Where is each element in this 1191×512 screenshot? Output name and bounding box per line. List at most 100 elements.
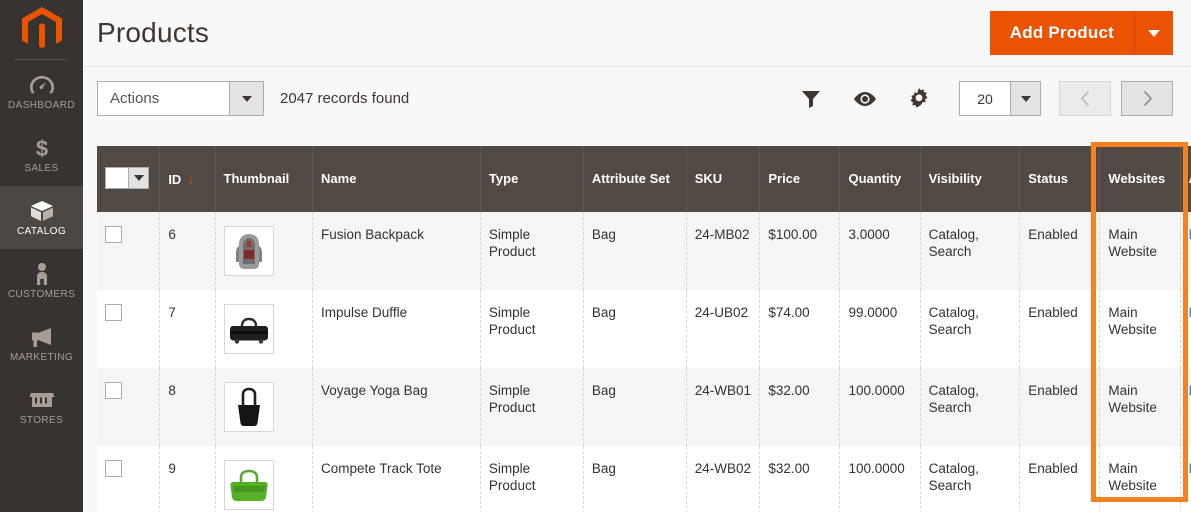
box-icon xyxy=(29,199,55,223)
sidebar-item-dashboard[interactable]: DASHBOARD xyxy=(0,60,83,123)
per-page-select[interactable]: 20 xyxy=(959,81,1041,116)
table-row[interactable]: 8 Voyage Yoga Bag Simple Product Bag 24-… xyxy=(97,368,1191,446)
magento-logo-icon xyxy=(21,6,62,48)
row-attribute-set: Bag xyxy=(583,290,687,368)
dollar-sign-icon: $ xyxy=(34,136,50,160)
row-action-cell[interactable]: Edit xyxy=(1180,290,1191,368)
sort-descending-arrow-icon: ↓ xyxy=(187,170,195,187)
admin-page: DASHBOARD $ SALES CATALOG CUSTOMERS MARK… xyxy=(0,0,1191,512)
row-thumbnail-cell xyxy=(215,212,314,290)
row-name: Compete Track Tote xyxy=(312,446,481,512)
gear-icon[interactable] xyxy=(907,87,931,111)
row-thumbnail-cell xyxy=(215,290,314,368)
row-checkbox[interactable] xyxy=(105,304,122,321)
select-all-dropdown[interactable] xyxy=(105,166,149,189)
row-visibility: Catalog, Search xyxy=(920,446,1021,512)
grid-header-quantity[interactable]: Quantity xyxy=(839,146,921,212)
next-page-button[interactable] xyxy=(1121,81,1173,116)
grid-header-row: ID ↓ Thumbnail Name Type Attribute Set SK… xyxy=(97,146,1191,212)
chevron-left-icon xyxy=(1080,90,1089,107)
row-thumbnail-cell xyxy=(215,368,314,446)
row-id: 8 xyxy=(159,368,216,446)
table-row[interactable]: 9 Compete Track Tote Simple Product Bag … xyxy=(97,446,1191,512)
grid-header-name[interactable]: Name xyxy=(312,146,481,212)
grid-header-sku[interactable]: SKU xyxy=(686,146,761,212)
records-found-label: 2047 records found xyxy=(280,90,410,107)
row-attribute-set: Bag xyxy=(583,212,687,290)
add-product-split-button[interactable]: Add Product xyxy=(989,11,1173,55)
row-quantity: 3.0000 xyxy=(839,212,921,290)
row-action-cell[interactable]: Edit xyxy=(1180,212,1191,290)
sidebar-item-stores[interactable]: STORES xyxy=(0,375,83,438)
row-name: Fusion Backpack xyxy=(312,212,481,290)
row-price: $32.00 xyxy=(759,446,841,512)
sidebar-item-label: CATALOG xyxy=(16,225,67,237)
row-attribute-set: Bag xyxy=(583,368,687,446)
row-action-cell[interactable]: Edit xyxy=(1180,368,1191,446)
select-all-arrow[interactable] xyxy=(128,167,148,188)
sidebar-item-catalog[interactable]: CATALOG xyxy=(0,186,83,249)
select-all-checkbox[interactable] xyxy=(106,167,128,188)
row-type: Simple Product xyxy=(480,446,584,512)
row-attribute-set: Bag xyxy=(583,446,687,512)
grid-header-id[interactable]: ID ↓ xyxy=(159,146,216,212)
row-websites: Main Website xyxy=(1099,212,1181,290)
tote-bag-thumbnail xyxy=(223,382,274,432)
row-quantity: 100.0000 xyxy=(839,446,921,512)
table-row[interactable]: 6 Fusion Backpack Simple Product Bag 24-… xyxy=(97,212,1191,290)
grid-header-attribute-set[interactable]: Attribute Set xyxy=(583,146,687,212)
row-checkbox[interactable] xyxy=(105,460,122,477)
eye-icon[interactable] xyxy=(853,87,877,111)
row-quantity: 99.0000 xyxy=(839,290,921,368)
sidebar-item-label: STORES xyxy=(19,414,64,426)
previous-page-button[interactable] xyxy=(1059,81,1111,116)
filter-funnel-icon[interactable] xyxy=(799,87,823,111)
row-quantity: 100.0000 xyxy=(839,368,921,446)
row-visibility: Catalog, Search xyxy=(920,212,1021,290)
row-checkbox[interactable] xyxy=(105,382,122,399)
row-websites: Main Website xyxy=(1099,446,1181,512)
row-checkbox-cell[interactable] xyxy=(97,368,161,446)
row-visibility: Catalog, Search xyxy=(920,290,1021,368)
grid-header-action[interactable]: Action xyxy=(1180,146,1191,212)
row-thumbnail-cell xyxy=(215,446,314,512)
sidebar-item-customers[interactable]: CUSTOMERS xyxy=(0,249,83,312)
row-price: $74.00 xyxy=(759,290,841,368)
row-name: Voyage Yoga Bag xyxy=(312,368,481,446)
page-title: Products xyxy=(97,17,210,48)
row-checkbox[interactable] xyxy=(105,226,122,243)
row-status: Enabled xyxy=(1019,368,1101,446)
grid-header-type[interactable]: Type xyxy=(480,146,584,212)
grid-header-status[interactable]: Status xyxy=(1019,146,1101,212)
products-grid-wrapper: ID ↓ Thumbnail Name Type Attribute Set SK… xyxy=(97,142,1191,512)
table-row[interactable]: 7 Impulse Duffle Simple Product Bag 24-U… xyxy=(97,290,1191,368)
row-websites: Main Website xyxy=(1099,368,1181,446)
sidebar-item-label: SALES xyxy=(24,162,59,174)
row-sku: 24-WB02 xyxy=(686,446,761,512)
row-checkbox-cell[interactable] xyxy=(97,290,161,368)
chevron-down-icon xyxy=(1020,95,1031,102)
storefront-icon xyxy=(29,388,55,412)
row-type: Simple Product xyxy=(480,212,584,290)
actions-select[interactable]: Actions xyxy=(97,81,264,116)
grid-header-thumbnail[interactable]: Thumbnail xyxy=(215,146,314,212)
main-content: Products Add Product Actions 2047 record… xyxy=(83,0,1191,512)
add-product-button[interactable]: Add Product xyxy=(990,11,1135,55)
row-price: $32.00 xyxy=(759,368,841,446)
chevron-down-icon xyxy=(241,95,252,102)
per-page-select-arrow[interactable] xyxy=(1010,82,1040,115)
grid-header-select-all[interactable] xyxy=(97,146,161,212)
row-checkbox-cell[interactable] xyxy=(97,446,161,512)
grid-header-visibility[interactable]: Visibility xyxy=(920,146,1021,212)
magento-logo[interactable] xyxy=(0,0,83,57)
row-checkbox-cell[interactable] xyxy=(97,212,161,290)
sidebar-item-sales[interactable]: $ SALES xyxy=(0,123,83,186)
sidebar-item-marketing[interactable]: MARKETING xyxy=(0,312,83,375)
grid-header-websites[interactable]: Websites xyxy=(1099,146,1181,212)
add-product-dropdown-toggle[interactable] xyxy=(1135,11,1173,55)
svg-text:$: $ xyxy=(35,136,47,160)
person-icon xyxy=(33,262,51,286)
grid-header-price[interactable]: Price xyxy=(759,146,841,212)
actions-select-arrow[interactable] xyxy=(229,82,263,115)
row-action-cell[interactable]: Edit xyxy=(1180,446,1191,512)
